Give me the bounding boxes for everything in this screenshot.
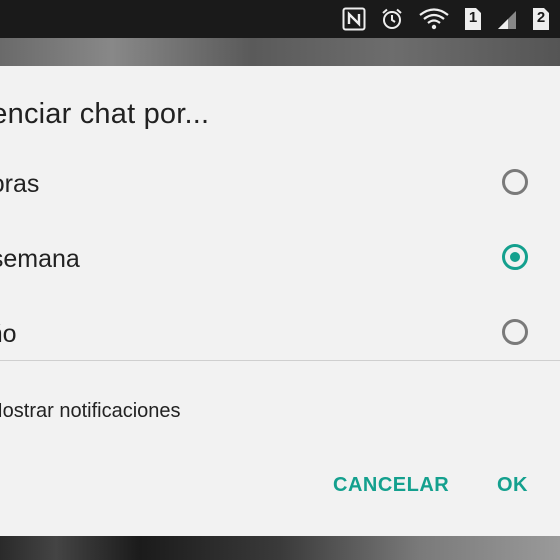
mute-chat-dialog: ilenciar chat por... 8 horas 1 semana 1 … <box>0 66 560 536</box>
sim-2-label: 2 <box>536 9 546 26</box>
sim-1-label: 1 <box>468 9 478 26</box>
option-8-hours[interactable]: 8 horas <box>0 152 560 216</box>
wifi-icon <box>419 8 449 30</box>
sim-1-icon: 1 <box>464 7 482 31</box>
radio-button-checked[interactable] <box>502 244 528 270</box>
ok-button[interactable]: OK <box>497 474 528 497</box>
nfc-icon <box>342 7 366 31</box>
cancel-button[interactable]: CANCELAR <box>333 474 449 497</box>
background-content-bottom <box>0 534 560 560</box>
alarm-icon <box>382 8 402 29</box>
option-label: 8 horas <box>0 170 40 198</box>
divider <box>0 360 560 361</box>
option-label: 1 semana <box>0 245 80 273</box>
background-content <box>0 38 560 68</box>
option-label: 1 año <box>0 320 17 348</box>
option-1-week[interactable]: 1 semana <box>0 227 560 291</box>
status-bar: 1 2 <box>0 0 560 38</box>
sim-2-icon: 2 <box>532 7 550 31</box>
radio-button[interactable] <box>502 169 528 195</box>
option-1-year[interactable]: 1 año <box>0 302 560 366</box>
signal-icon <box>498 11 516 29</box>
radio-button[interactable] <box>502 319 528 345</box>
dialog-title: ilenciar chat por... <box>0 98 210 130</box>
show-notifications-checkbox-label[interactable]: Mostrar notificaciones <box>0 400 181 423</box>
